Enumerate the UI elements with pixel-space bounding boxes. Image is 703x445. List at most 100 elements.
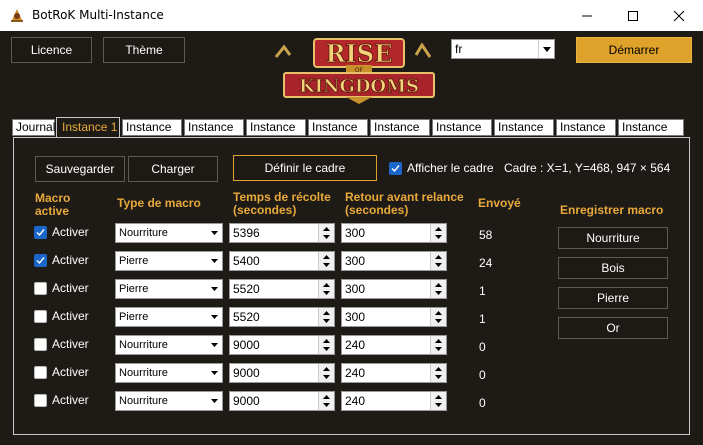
tab-instance-7[interactable]: Instance 7 [432, 119, 492, 149]
row-7-dropdown-arrow[interactable] [208, 392, 222, 410]
row-2-harvest-time-input[interactable]: 5400 [229, 251, 335, 271]
save-button[interactable]: Sauvegarder [35, 156, 125, 182]
row-7-macro-type-value: Nourriture [119, 395, 168, 407]
row-2-return-delay-value: 300 [345, 254, 366, 268]
licence-button[interactable]: Licence [11, 37, 92, 63]
tab-instance-5[interactable]: Instance 5 [308, 119, 368, 149]
row-3-harvest-stepper[interactable] [318, 280, 334, 298]
start-button[interactable]: Démarrer [576, 37, 692, 63]
row-5-macro-type-select[interactable]: Nourriture [115, 335, 223, 355]
row-6-return-stepper[interactable] [430, 364, 446, 382]
row-4-activate-checkbox[interactable] [34, 310, 47, 323]
chevron-down-icon [211, 343, 218, 347]
row-6-activate-checkbox[interactable] [34, 366, 47, 379]
row-6-dropdown-arrow[interactable] [208, 364, 222, 382]
row-3-harvest-time-input[interactable]: 5520 [229, 279, 335, 299]
row-4-return-delay-input[interactable]: 300 [341, 307, 447, 327]
language-dropdown-arrow[interactable] [538, 40, 554, 58]
stepper-down-icon [323, 235, 330, 239]
instance-panel: Sauvegarder Charger Définir le cadre Aff… [13, 137, 690, 435]
row-1-return-stepper[interactable] [430, 224, 446, 242]
rise-of-kingdoms-logo: RISE OF KINGDOMS [274, 38, 435, 104]
close-button[interactable] [656, 0, 702, 31]
row-4-macro-type-select[interactable]: Pierre [115, 307, 223, 327]
row-7-return-delay-input[interactable]: 240 [341, 391, 447, 411]
row-5-activate-label: Activer [52, 337, 89, 351]
record-gold-button[interactable]: Or [558, 317, 668, 339]
tab-instance-6[interactable]: Instance 6 [370, 119, 430, 149]
row-1-harvest-stepper[interactable] [318, 224, 334, 242]
tab-instance-10[interactable]: Instance 10 [618, 119, 684, 149]
row-6-harvest-time-value: 9000 [233, 366, 260, 380]
load-button[interactable]: Charger [128, 156, 218, 182]
row-3-dropdown-arrow[interactable] [208, 280, 222, 298]
tab-instance-3[interactable]: Instance 3 [184, 119, 244, 149]
define-frame-button[interactable]: Définir le cadre [233, 155, 377, 181]
row-4-return-stepper[interactable] [430, 308, 446, 326]
row-1-activate-checkbox[interactable] [34, 226, 47, 239]
tab-instance-4[interactable]: Instance 4 [246, 119, 306, 149]
row-5-return-delay-input[interactable]: 240 [341, 335, 447, 355]
row-6-harvest-time-input[interactable]: 9000 [229, 363, 335, 383]
row-3-activate-checkbox[interactable] [34, 282, 47, 295]
tab-instance-8[interactable]: Instance 8 [494, 119, 554, 149]
maximize-button[interactable] [610, 0, 656, 31]
row-1-macro-type-select[interactable]: Nourriture [115, 223, 223, 243]
row-5-return-delay-value: 240 [345, 338, 366, 352]
tab-journal[interactable]: Journal [12, 119, 55, 136]
row-7-sent-count: 0 [479, 396, 486, 410]
row-7-activate-checkbox[interactable] [34, 394, 47, 407]
row-7-harvest-stepper[interactable] [318, 392, 334, 410]
window-title: BotRoK Multi-Instance [32, 8, 164, 22]
row-5-harvest-stepper[interactable] [318, 336, 334, 354]
row-6-return-delay-input[interactable]: 240 [341, 363, 447, 383]
row-3-return-delay-value: 300 [345, 282, 366, 296]
row-1-harvest-time-input[interactable]: 5396 [229, 223, 335, 243]
row-3-return-stepper[interactable] [430, 280, 446, 298]
show-frame-checkbox[interactable] [389, 162, 402, 175]
row-2-activate-checkbox[interactable] [34, 254, 47, 267]
row-5-dropdown-arrow[interactable] [208, 336, 222, 354]
row-2-return-delay-input[interactable]: 300 [341, 251, 447, 271]
record-stone-button[interactable]: Pierre [558, 287, 668, 309]
tab-instance-1[interactable]: Instance 1 [56, 117, 120, 137]
minimize-button[interactable] [564, 0, 610, 31]
stepper-up-icon [435, 227, 442, 231]
row-5-return-stepper[interactable] [430, 336, 446, 354]
row-7-return-stepper[interactable] [430, 392, 446, 410]
row-2-harvest-stepper[interactable] [318, 252, 334, 270]
row-2-return-stepper[interactable] [430, 252, 446, 270]
stepper-up-icon [435, 395, 442, 399]
row-2-dropdown-arrow[interactable] [208, 252, 222, 270]
stepper-down-icon [323, 375, 330, 379]
stepper-up-icon [323, 395, 330, 399]
header-sent: Envoyé [478, 196, 521, 210]
row-7-macro-type-select[interactable]: Nourriture [115, 391, 223, 411]
row-2-macro-type-select[interactable]: Pierre [115, 251, 223, 271]
language-select[interactable]: fr [451, 39, 555, 59]
row-1-dropdown-arrow[interactable] [208, 224, 222, 242]
row-5-activate-checkbox[interactable] [34, 338, 47, 351]
row-6-macro-type-select[interactable]: Nourriture [115, 363, 223, 383]
stepper-up-icon [435, 367, 442, 371]
title-bar: BotRoK Multi-Instance [0, 0, 703, 31]
row-4-harvest-time-input[interactable]: 5520 [229, 307, 335, 327]
row-3-return-delay-input[interactable]: 300 [341, 279, 447, 299]
tab-instance-2[interactable]: Instance 2 [122, 119, 182, 149]
stepper-down-icon [435, 263, 442, 267]
tab-instance-9[interactable]: Instance 9 [556, 119, 616, 149]
row-7-harvest-time-value: 9000 [233, 394, 260, 408]
row-7-harvest-time-input[interactable]: 9000 [229, 391, 335, 411]
record-wood-button[interactable]: Bois [558, 257, 668, 279]
row-5-harvest-time-input[interactable]: 9000 [229, 335, 335, 355]
row-4-dropdown-arrow[interactable] [208, 308, 222, 326]
row-6-harvest-stepper[interactable] [318, 364, 334, 382]
record-food-button[interactable]: Nourriture [558, 227, 668, 249]
theme-button[interactable]: Thème [103, 37, 185, 63]
stepper-up-icon [435, 339, 442, 343]
row-3-macro-type-select[interactable]: Pierre [115, 279, 223, 299]
row-5-sent-count: 0 [479, 340, 486, 354]
stepper-up-icon [323, 311, 330, 315]
row-4-harvest-stepper[interactable] [318, 308, 334, 326]
row-1-return-delay-input[interactable]: 300 [341, 223, 447, 243]
